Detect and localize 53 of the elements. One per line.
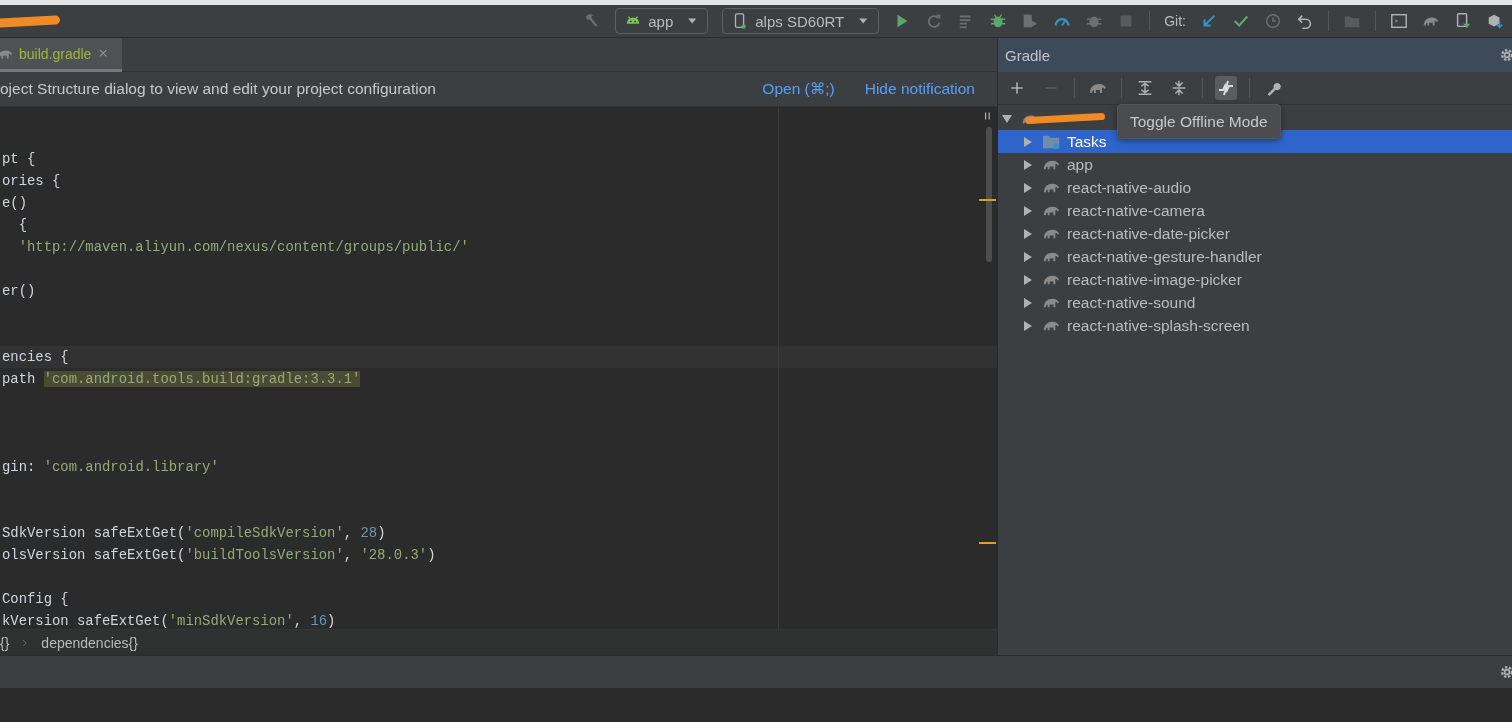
- expand-arrow-icon[interactable]: [1022, 250, 1034, 263]
- expand-arrow-icon[interactable]: [1022, 319, 1034, 332]
- tree-item[interactable]: react-native-splash-screen: [998, 314, 1512, 337]
- notification-text: oject Structure dialog to view and edit your project configuration: [0, 80, 436, 98]
- history-icon[interactable]: [1264, 12, 1282, 30]
- code-line: {: [17, 216, 27, 235]
- debug-icon[interactable]: [989, 12, 1008, 30]
- expand-arrow-icon[interactable]: [1001, 112, 1013, 125]
- tree-item[interactable]: react-native-image-picker: [998, 268, 1512, 291]
- code-line: path 'com.android.tools.build:gradle:3.3.1': [2, 370, 361, 389]
- expand-arrow-icon[interactable]: [1022, 135, 1034, 148]
- code-line: encies {: [2, 348, 69, 367]
- device-icon[interactable]: [1454, 12, 1472, 30]
- editor-tab[interactable]: build.gradle: [0, 38, 123, 72]
- expand-arrow-icon[interactable]: [1022, 227, 1034, 240]
- expand-arrow-icon[interactable]: [1022, 296, 1034, 309]
- code-line: gin: 'com.android.library': [2, 458, 219, 477]
- tree-item[interactable]: react-native-gesture-handler: [998, 245, 1512, 268]
- code-line: e(): [2, 194, 27, 213]
- notification-link[interactable]: Open (⌘;): [762, 80, 835, 98]
- breadcrumb-item[interactable]: dependencies{}: [41, 634, 138, 651]
- tree-item[interactable]: react-native-date-picker: [998, 222, 1512, 245]
- code-line: pt {: [2, 150, 36, 169]
- git-label: Git:: [1164, 13, 1186, 29]
- tree-item[interactable]: react-native-camera: [998, 199, 1512, 222]
- settings-icon[interactable]: [1499, 664, 1512, 680]
- tree-item[interactable]: react-native-sound: [998, 291, 1512, 314]
- offline-mode-toggle[interactable]: [1215, 76, 1237, 100]
- expand-arrow-icon[interactable]: [1022, 204, 1034, 217]
- tree-item[interactable]: app: [998, 153, 1512, 176]
- code-line: 'http://maven.aliyun.com/nexus/content/groups/public/': [17, 238, 469, 257]
- panel-title: Gradle: [1005, 46, 1051, 64]
- tooltip: Toggle Offline Mode: [1117, 104, 1281, 139]
- expand-arrow-icon[interactable]: [1022, 273, 1034, 286]
- revert-icon[interactable]: [1296, 12, 1314, 30]
- expand-arrow-icon[interactable]: [1022, 181, 1034, 194]
- expand-arrow-icon[interactable]: [1022, 158, 1034, 171]
- package-download-icon[interactable]: [1486, 12, 1504, 30]
- code-line: Config {: [2, 590, 69, 609]
- terminal-icon[interactable]: [1390, 12, 1408, 30]
- breadcrumb-item[interactable]: {}: [0, 634, 10, 651]
- code-line: SdkVersion safeExtGet('compileSdkVersion', 28): [2, 524, 386, 543]
- code-line: olsVersion safeExtGet('buildToolsVersion', '28.0.3'): [2, 546, 436, 565]
- device-dropdown[interactable]: alps SD60RT: [722, 8, 880, 34]
- attach-icon[interactable]: [1021, 12, 1040, 30]
- notification-link[interactable]: Hide notification: [864, 80, 975, 98]
- code-line: ories {: [2, 172, 61, 191]
- code-line: kVersion safeExtGet('minSdkVersion', 16): [2, 612, 336, 629]
- tree-item[interactable]: react-native-audio: [998, 176, 1512, 199]
- code-line: er(): [2, 282, 36, 301]
- scrollbar-thumb[interactable]: [986, 127, 992, 262]
- run-configuration-dropdown[interactable]: app: [615, 8, 709, 34]
- settings-icon[interactable]: [1499, 47, 1512, 63]
